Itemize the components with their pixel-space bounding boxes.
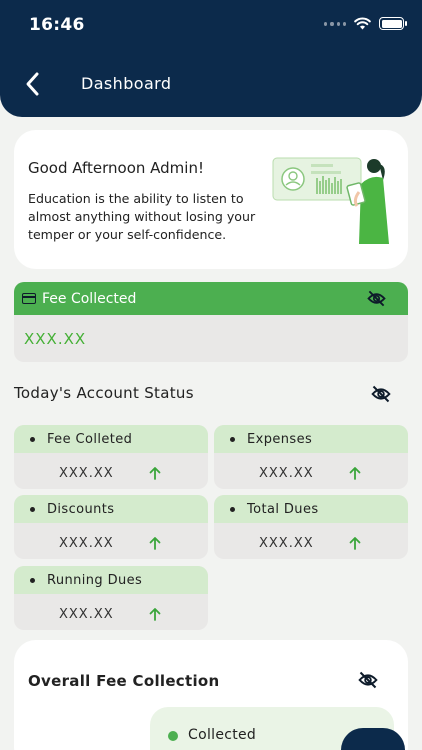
eye-off-icon[interactable] [371,385,391,403]
stat-value: XXX.XX [59,536,114,551]
floating-action-button[interactable] [341,728,405,750]
up-arrow-icon [149,467,161,480]
account-status-title: Today's Account Status [14,384,194,402]
greeting-title: Good Afternoon Admin! [28,159,204,177]
stat-label: Fee Colleted [47,431,133,447]
legend-label-collected: Collected [188,727,257,743]
stat-value: XXX.XX [59,607,114,622]
greeting-quote: Education is the ability to listen to al… [28,191,256,242]
up-arrow-icon [349,467,361,480]
stat-card-fee-colleted[interactable]: Fee Colleted XXX.XX [14,425,208,489]
eye-off-icon[interactable] [367,290,386,307]
back-button[interactable] [20,70,46,98]
signal-dots-icon [324,21,346,27]
status-time: 16:46 [29,15,85,35]
up-arrow-icon [349,537,361,550]
overall-fee-title: Overall Fee Collection [28,672,220,690]
stat-label: Running Dues [47,572,143,588]
stat-card-expenses[interactable]: Expenses XXX.XX [214,425,408,489]
greeting-card: Good Afternoon Admin! Education is the a… [14,130,408,269]
stat-card-discounts[interactable]: Discounts XXX.XX [14,495,208,559]
eye-off-icon[interactable] [358,671,378,689]
stat-card-running-dues[interactable]: Running Dues XXX.XX [14,566,208,630]
stat-label: Expenses [247,431,313,447]
stat-label: Discounts [47,501,115,517]
stat-value: XXX.XX [259,466,314,481]
fee-collected-card: Fee Collected XXX.XX [14,282,408,362]
status-icons [324,17,407,30]
battery-icon [379,17,407,30]
credit-card-icon [22,293,36,304]
stat-value: XXX.XX [259,536,314,551]
admin-illustration [272,157,389,244]
up-arrow-icon [149,537,161,550]
wifi-icon [354,17,371,30]
stat-value: XXX.XX [59,466,114,481]
fee-collected-label: Fee Collected [42,290,137,307]
stat-label: Total Dues [247,501,319,517]
app-header: 16:46 Dashboard [0,0,422,117]
fee-collected-amount: XXX.XX [24,330,87,348]
up-arrow-icon [149,608,161,621]
fee-collected-header: Fee Collected [14,282,408,315]
page-title: Dashboard [81,74,172,93]
legend-dot-collected [168,731,178,741]
stat-card-total-dues[interactable]: Total Dues XXX.XX [214,495,408,559]
